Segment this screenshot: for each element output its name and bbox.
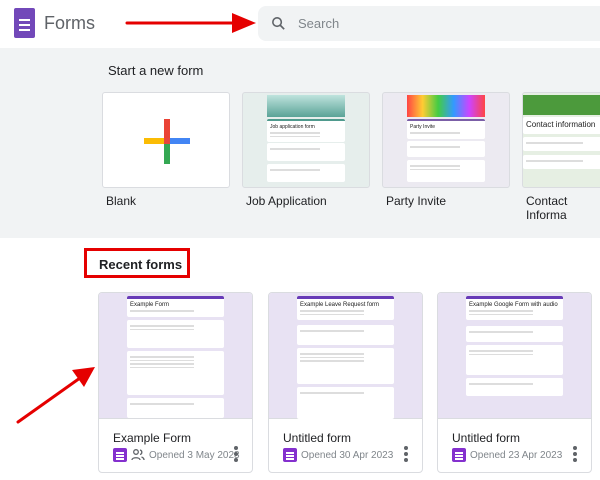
more-options-button[interactable] (232, 445, 240, 463)
thumb-title: Job application form (270, 124, 315, 130)
plus-icon (144, 119, 190, 164)
template-label[interactable]: Contact Informa (526, 194, 600, 222)
more-options-button[interactable] (402, 445, 410, 463)
template-label[interactable]: Party Invite (386, 194, 446, 208)
form-thumbnail: Example Form (99, 293, 252, 419)
thumb-title: Contact information (526, 120, 596, 129)
recent-form-card[interactable]: Example Leave Request form Untitled form… (268, 292, 423, 473)
recent-form-card[interactable]: Example Google Form with audio Untitled … (437, 292, 592, 473)
thumb-title: Example Leave Request form (300, 302, 380, 308)
arrow-to-example-form-annotation (16, 367, 95, 424)
template-job-application[interactable]: Job application form (242, 92, 370, 188)
template-party-invite[interactable]: Party Invite (382, 92, 510, 188)
template-gallery: Start a new form Blank Job application f… (0, 48, 600, 238)
search-bar[interactable] (258, 6, 600, 41)
thumb-title: Example Form (130, 302, 170, 308)
template-blank[interactable] (102, 92, 230, 188)
form-title: Untitled form (452, 431, 521, 445)
forms-icon (113, 448, 127, 462)
forms-icon (283, 448, 297, 462)
form-title: Example Form (113, 431, 192, 445)
thumb-title: Example Google Form with audio (469, 302, 558, 308)
section-title: Start a new form (108, 63, 204, 78)
template-contact-information[interactable]: Contact information (522, 92, 600, 188)
form-title: Untitled form (283, 431, 352, 445)
forms-icon (452, 448, 466, 462)
thumb-header: Party Invite (407, 119, 485, 139)
thumb-header: Contact information (523, 117, 600, 134)
more-options-button[interactable] (571, 445, 579, 463)
header: Forms (0, 0, 600, 48)
opened-date: Opened 30 Apr 2023 (301, 449, 394, 461)
shared-people-icon (131, 449, 145, 461)
city-banner-image (267, 95, 345, 117)
recent-forms-title: Recent forms (84, 248, 190, 278)
search-input[interactable] (298, 6, 578, 41)
thumb-header: Job application form (267, 119, 345, 142)
recent-form-card[interactable]: Example Form Example Form Opened 3 May 2… (98, 292, 253, 473)
forms-logo-icon[interactable] (14, 8, 35, 38)
template-label[interactable]: Job Application (246, 194, 327, 208)
template-label[interactable]: Blank (106, 194, 136, 208)
search-icon[interactable] (270, 15, 287, 32)
app-title[interactable]: Forms (44, 13, 95, 34)
opened-date: Opened 23 Apr 2023 (470, 449, 563, 461)
form-thumbnail: Example Leave Request form (269, 293, 422, 419)
thumb-title: Party Invite (410, 124, 436, 130)
form-thumbnail: Example Google Form with audio (438, 293, 591, 419)
opened-date: Opened 3 May 2023 (149, 449, 240, 461)
balloons-banner-image (407, 95, 485, 117)
green-banner-image (523, 95, 600, 115)
